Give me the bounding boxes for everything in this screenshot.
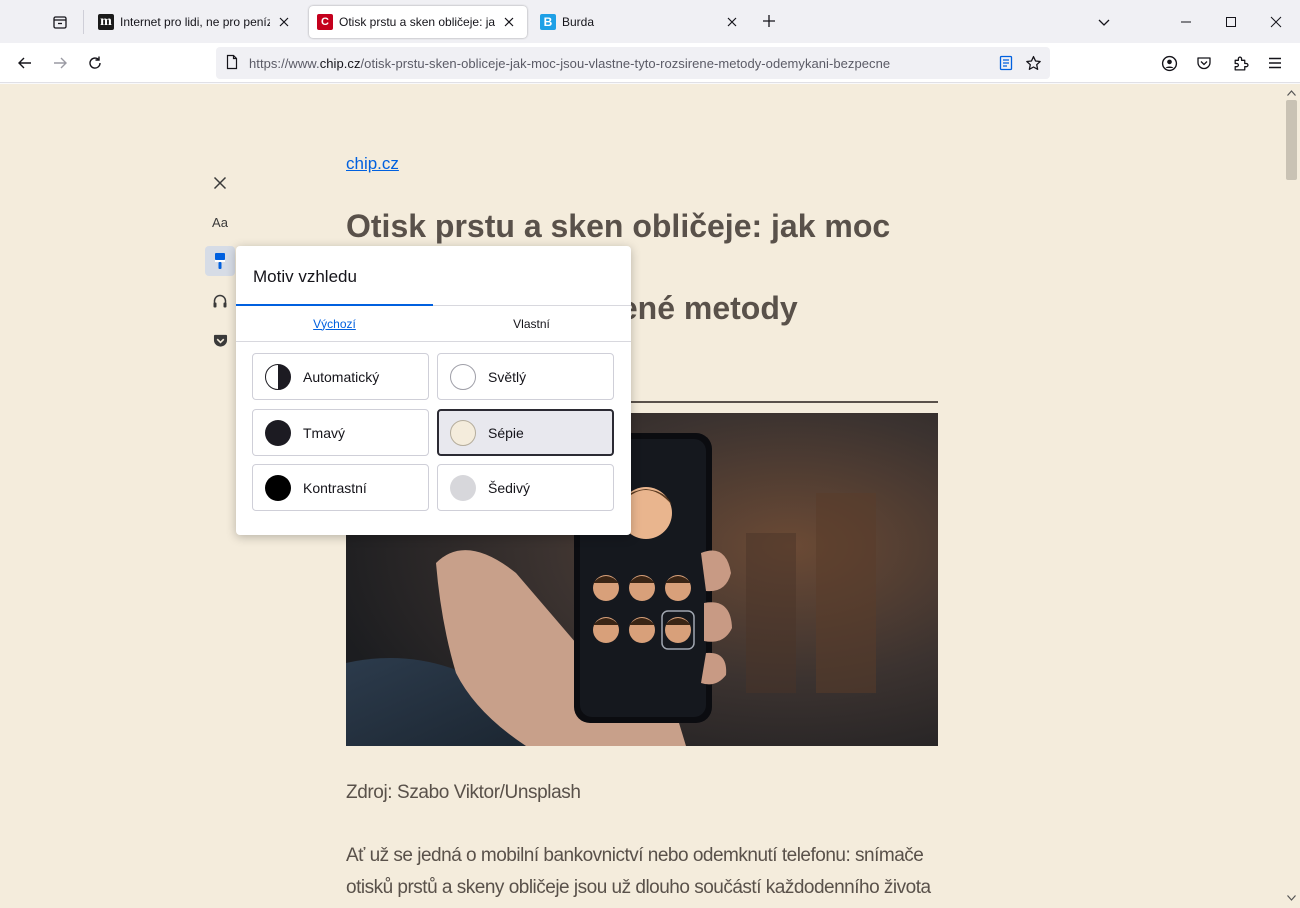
reload-button[interactable] <box>81 49 109 77</box>
puzzle-icon <box>1234 56 1248 71</box>
app-menu-button[interactable] <box>1261 49 1289 77</box>
article-site-link[interactable]: chip.cz <box>346 154 399 174</box>
theme-option-contrast[interactable]: Kontrastní <box>252 464 429 511</box>
hamburger-menu-icon <box>1269 57 1281 69</box>
account-button[interactable] <box>1155 49 1183 77</box>
triangle-down-icon <box>1287 894 1296 901</box>
popup-title: Motiv vzhledu <box>253 267 357 286</box>
theme-option-gray[interactable]: Šedivý <box>437 464 614 511</box>
firefox-view-icon <box>53 16 67 29</box>
close-window-button[interactable] <box>1263 9 1289 35</box>
theme-option-sepia[interactable]: Sépie <box>437 409 614 456</box>
tab-close-button[interactable] <box>499 12 519 32</box>
theme-option-light[interactable]: Světlý <box>437 353 614 400</box>
forward-button[interactable] <box>46 49 74 77</box>
close-icon <box>279 17 289 27</box>
bookmark-button[interactable] <box>1023 53 1043 73</box>
theme-option-auto[interactable]: Automatický <box>252 353 429 400</box>
close-icon <box>504 17 514 27</box>
minimize-button[interactable] <box>1173 9 1199 35</box>
page-icon <box>224 54 240 75</box>
maximize-icon <box>1226 17 1236 27</box>
reader-view-content: Aa chip.cz Otisk prstu a sken obličeje: … <box>0 84 1283 908</box>
arrow-left-icon <box>18 57 31 69</box>
gray-swatch-icon <box>450 474 476 501</box>
pocket-button[interactable] <box>1190 49 1218 77</box>
tab-favicon: B <box>540 14 556 30</box>
sepia-swatch-icon <box>450 419 476 446</box>
dark-swatch-icon <box>265 419 291 446</box>
tab-burda[interactable]: B Burda <box>532 6 750 38</box>
tab-custom-theme[interactable]: Vlastní <box>433 306 630 341</box>
reader-view-button[interactable] <box>996 53 1016 73</box>
scrollbar-thumb[interactable] <box>1286 100 1297 180</box>
back-button[interactable] <box>11 49 39 77</box>
headphones-icon <box>213 294 227 308</box>
minimize-icon <box>1181 21 1191 23</box>
url-bar[interactable]: https://www.chip.cz/otisk-prstu-sken-obl… <box>216 47 1050 79</box>
close-icon <box>727 17 737 27</box>
close-icon <box>213 176 227 190</box>
navigation-toolbar: https://www.chip.cz/otisk-prstu-sken-obl… <box>0 43 1300 83</box>
scroll-down-arrow[interactable] <box>1286 892 1297 903</box>
chevron-down-icon <box>1098 19 1110 26</box>
theme-button[interactable] <box>205 246 235 276</box>
tab-default-themes[interactable]: Výchozí <box>236 306 433 341</box>
tab-internet-pro-lidi[interactable]: m Internet pro lidi, ne pro peníze <box>90 6 302 38</box>
firefox-view-button[interactable] <box>46 8 74 36</box>
pocket-icon <box>1197 57 1211 70</box>
theme-option-dark[interactable]: Tmavý <box>252 409 429 456</box>
theme-tabs: Výchozí Vlastní <box>236 304 631 342</box>
extensions-button[interactable] <box>1226 49 1254 77</box>
list-all-tabs-button[interactable] <box>1091 9 1117 35</box>
light-swatch-icon <box>450 363 476 390</box>
contrast-swatch-icon <box>265 474 291 501</box>
star-icon <box>1025 55 1041 70</box>
tab-favicon: C <box>317 14 333 30</box>
account-icon <box>1161 55 1177 71</box>
text-and-layout-button[interactable]: Aa <box>205 207 235 237</box>
new-tab-button[interactable] <box>757 9 781 33</box>
tab-otisk-prstu[interactable]: C Otisk prstu a sken obličeje: jak moc j… <box>309 6 527 38</box>
text-size-label: Aa <box>212 214 228 230</box>
pocket-icon <box>213 334 227 347</box>
tab-separator <box>83 10 84 34</box>
maximize-button[interactable] <box>1218 9 1244 35</box>
tab-favicon: m <box>98 14 114 30</box>
tab-title: Internet pro lidi, ne pro peníze <box>120 15 270 29</box>
paintbrush-icon <box>215 253 225 269</box>
arrow-right-icon <box>54 57 67 69</box>
vertical-scrollbar[interactable] <box>1283 84 1300 908</box>
scroll-up-arrow[interactable] <box>1286 87 1297 98</box>
tab-close-button[interactable] <box>274 12 294 32</box>
tab-title: Burda <box>562 15 595 29</box>
close-reader-view-button[interactable] <box>205 168 235 198</box>
tab-strip: m Internet pro lidi, ne pro peníze C Oti… <box>0 0 1300 43</box>
image-caption: Zdroj: Szabo Viktor/Unsplash <box>346 782 581 803</box>
plus-icon <box>763 15 775 27</box>
save-to-pocket-button[interactable] <box>205 326 235 356</box>
article-body: Ať už se jedná o mobilní bankovnictví ne… <box>346 845 931 898</box>
close-icon <box>1270 16 1282 28</box>
listen-button[interactable] <box>205 286 235 316</box>
theme-popup: Motiv vzhledu Výchozí Vlastní Automatick… <box>236 246 631 535</box>
reader-view-icon <box>999 55 1013 71</box>
tab-title: Otisk prstu a sken obličeje: jak moc jso… <box>339 15 495 29</box>
tab-close-button[interactable] <box>722 12 742 32</box>
url-text[interactable]: https://www.chip.cz/otisk-prstu-sken-obl… <box>249 56 890 71</box>
triangle-up-icon <box>1287 89 1296 96</box>
half-circle-icon <box>265 363 291 390</box>
reload-icon <box>89 56 101 69</box>
